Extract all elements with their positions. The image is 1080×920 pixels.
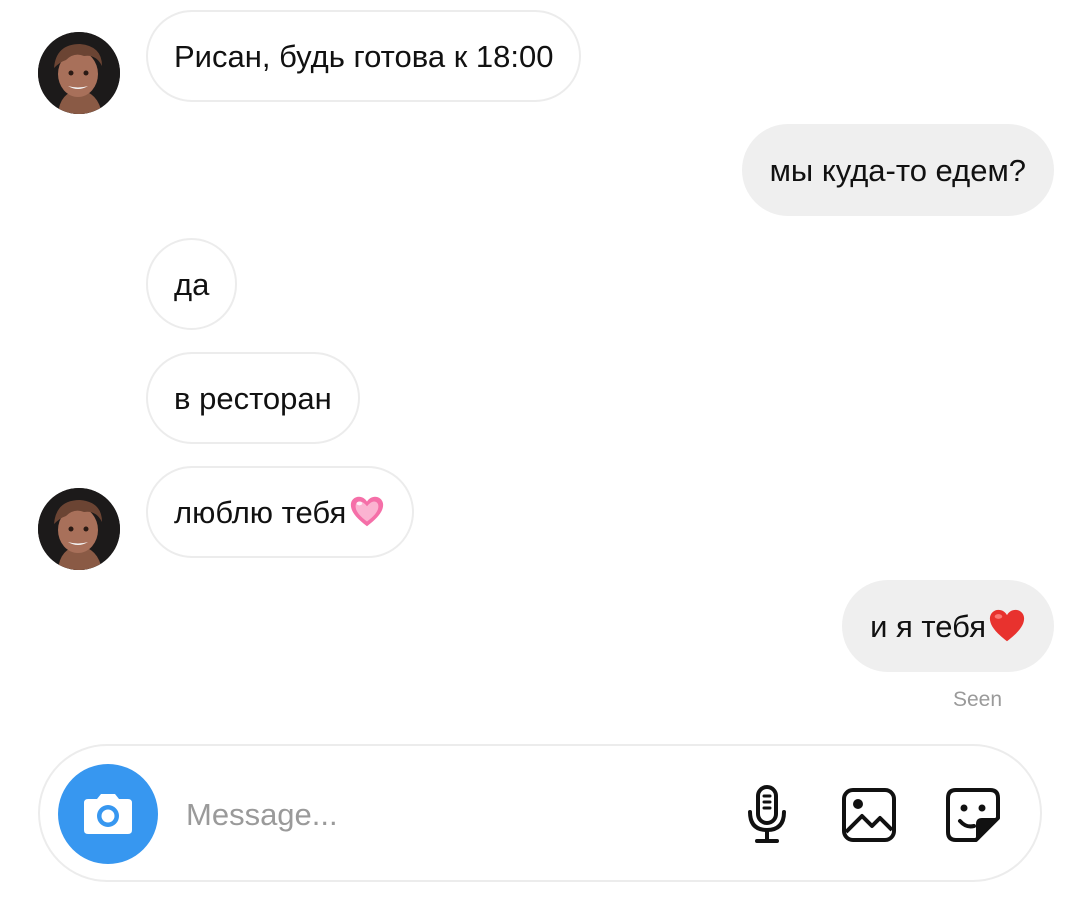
message-composer [38,744,1042,882]
sticker-icon [946,788,1000,842]
avatar-image [38,488,120,570]
microphone-icon [748,785,786,843]
camera-icon [84,794,132,834]
camera-button[interactable] [58,764,158,864]
message-text: люблю тебя [174,494,347,530]
avatar-image [38,32,120,114]
outgoing-message[interactable]: мы куда-то едем? [741,124,1054,216]
message-text: Рисан, будь готова к 18:00 [174,38,554,74]
incoming-message[interactable]: да [146,238,238,330]
message-text: и я тебя [870,608,986,644]
gallery-icon [842,788,896,842]
message-text: да [174,266,210,302]
incoming-message[interactable]: люблю тебя [146,466,415,558]
red-heart-icon [988,607,1026,645]
contact-avatar[interactable] [38,488,120,570]
sticker-button[interactable] [942,784,1004,846]
gallery-button[interactable] [838,784,900,846]
incoming-message[interactable]: в ресторан [146,352,360,444]
seen-receipt: Seen [952,688,1002,711]
message-text: в ресторан [174,380,332,416]
microphone-button[interactable] [736,784,798,846]
message-text: мы куда-то едем? [769,152,1026,188]
outgoing-message[interactable]: и я тебя [842,580,1054,672]
contact-avatar[interactable] [38,32,120,114]
message-input[interactable] [184,786,708,844]
pink-heart-icon [348,493,386,531]
incoming-message[interactable]: Рисан, будь готова к 18:00 [146,10,582,102]
